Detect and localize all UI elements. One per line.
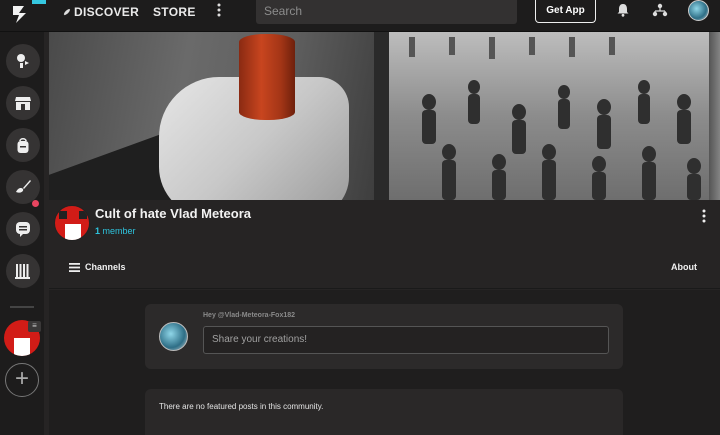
empty-featured-message: There are no featured posts in this comm… xyxy=(159,402,324,411)
user-avatar[interactable] xyxy=(688,0,709,21)
menu-icon xyxy=(69,262,80,272)
channels-button[interactable]: Channels xyxy=(69,262,126,272)
sidebar-item-library[interactable] xyxy=(6,254,40,288)
logo-badge xyxy=(32,0,46,4)
bell-icon[interactable] xyxy=(616,3,630,17)
sidebar-item-backpack[interactable] xyxy=(6,128,40,162)
community-tabs xyxy=(49,252,720,289)
nav-discover[interactable]: DISCOVER xyxy=(62,5,139,19)
more-vertical-icon[interactable] xyxy=(213,2,225,20)
banner-figures xyxy=(409,37,701,200)
sidebar-item-messages[interactable] xyxy=(6,212,40,246)
community-more-icon[interactable] xyxy=(699,208,709,224)
featured-posts-card xyxy=(145,389,623,435)
member-count-value: 1 xyxy=(95,226,101,236)
community-title: Cult of hate Vlad Meteora xyxy=(95,206,252,221)
composer-greeting: Hey @Vlad-Meteora-Fox182 xyxy=(203,312,296,319)
nav-store[interactable]: STORE xyxy=(153,5,196,19)
sidebar-divider xyxy=(10,306,34,308)
community-menu-badge: ≡ xyxy=(28,321,41,332)
sidebar-item-feed[interactable] xyxy=(6,44,40,78)
paint-icon xyxy=(16,180,31,193)
get-app-button[interactable]: Get App xyxy=(535,0,596,23)
sidebar-item-create[interactable] xyxy=(6,170,40,204)
community-banner xyxy=(49,32,720,200)
hierarchy-icon[interactable] xyxy=(652,3,668,17)
composer-avatar xyxy=(159,322,188,351)
member-count-label: member xyxy=(102,226,136,236)
rocket-icon xyxy=(63,8,71,15)
backpack-icon xyxy=(17,138,29,153)
chat-user-icon xyxy=(17,54,29,68)
member-count[interactable]: 1 member xyxy=(95,226,136,236)
banner-cylinder xyxy=(239,34,295,120)
nav-discover-label: DISCOVER xyxy=(74,5,140,19)
add-community-button[interactable]: + xyxy=(5,363,39,397)
app-logo-icon[interactable] xyxy=(10,4,32,24)
about-button[interactable]: About xyxy=(671,262,697,272)
notification-dot xyxy=(32,200,39,207)
library-icon xyxy=(15,264,30,279)
search-input[interactable]: Search xyxy=(256,0,517,24)
storefront-icon xyxy=(15,97,31,110)
sidebar-item-store[interactable] xyxy=(6,86,40,120)
chat-icon xyxy=(16,222,30,237)
top-bar: DISCOVER STORE Search Get App xyxy=(0,0,720,32)
community-avatar xyxy=(54,205,90,241)
channels-label: Channels xyxy=(85,262,126,272)
banner-figures-panel xyxy=(389,32,720,200)
share-creations-input[interactable]: Share your creations! xyxy=(203,326,609,354)
